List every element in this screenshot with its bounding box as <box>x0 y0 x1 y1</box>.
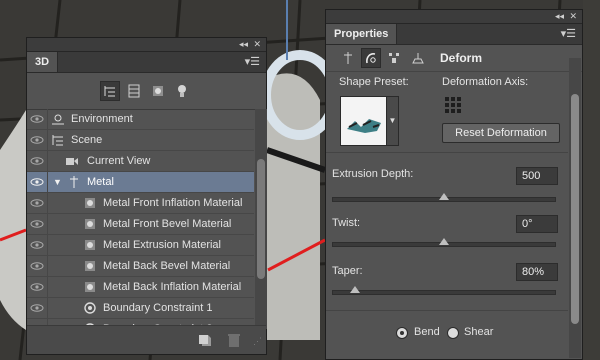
panel-properties: ◂◂ ✕ Properties ▾☰ Deform Shape Preset: … <box>325 9 583 360</box>
visibility-eye-icon[interactable] <box>27 298 48 318</box>
twist-label: Twist: <box>332 217 361 229</box>
deformation-axis-label: Deformation Axis: <box>442 76 529 88</box>
layer-label: Metal Front Inflation Material <box>103 197 243 209</box>
panel-3d-tabbar: 3D ▾☰ <box>27 52 266 73</box>
coordinates-mode-icon[interactable] <box>408 48 428 68</box>
layer-label: Metal Back Inflation Material <box>103 281 242 293</box>
slider-knob[interactable] <box>439 193 449 200</box>
layer-list: Environment Scene Current View ▼ Metal M… <box>27 109 254 340</box>
panel-properties-titlebar[interactable]: ◂◂ ✕ <box>326 10 582 24</box>
close-icon[interactable]: ✕ <box>569 10 577 23</box>
scene-filter-icon[interactable] <box>100 81 120 101</box>
shear-label: Shear <box>464 326 494 338</box>
shape-preset-dropdown-icon[interactable]: ▼ <box>386 96 399 146</box>
slider-knob[interactable] <box>439 238 449 245</box>
layer-material[interactable]: Metal Back Bevel Material <box>27 256 254 277</box>
filter-toolbar <box>27 73 266 110</box>
material-icon <box>85 219 95 229</box>
bend-radio[interactable] <box>396 327 408 339</box>
layer-label: Environment <box>71 113 133 125</box>
section-title: Deform <box>440 51 483 65</box>
visibility-eye-icon[interactable] <box>27 214 48 234</box>
mesh-filter-icon[interactable] <box>124 81 144 101</box>
layer-current-view[interactable]: Current View <box>27 151 254 172</box>
layer-metal[interactable]: ▼ Metal <box>27 172 254 193</box>
light-filter-icon[interactable] <box>172 81 192 101</box>
scrollbar-thumb[interactable] <box>571 94 579 324</box>
mesh-mode-icon[interactable] <box>338 48 358 68</box>
visibility-eye-icon[interactable] <box>27 151 48 171</box>
layer-material[interactable]: Metal Extrusion Material <box>27 235 254 256</box>
panel-3d-footer: ⋰ <box>27 325 266 354</box>
twist-input[interactable]: 0° <box>516 215 558 233</box>
visibility-eye-icon[interactable] <box>27 277 48 297</box>
shear-radio[interactable] <box>447 327 459 339</box>
collapse-icon[interactable]: ◂◂ <box>555 10 564 23</box>
taper-label: Taper: <box>332 265 363 277</box>
twist-slider[interactable] <box>332 238 556 247</box>
collapse-icon[interactable]: ◂◂ <box>239 38 248 51</box>
panel-properties-tabbar: Properties ▾☰ <box>326 24 582 45</box>
reset-deformation-button[interactable]: Reset Deformation <box>442 123 560 143</box>
layer-label: Scene <box>71 134 103 146</box>
layer-label: Metal Back Bevel Material <box>103 260 231 272</box>
properties-scrollbar[interactable] <box>569 58 581 358</box>
mesh-icon <box>70 176 78 188</box>
tab-properties[interactable]: Properties <box>326 24 398 44</box>
divider <box>326 310 568 311</box>
deform-mode-icon[interactable] <box>361 48 381 68</box>
environment-icon <box>52 114 64 125</box>
visibility-eye-icon[interactable] <box>27 235 48 255</box>
material-filter-icon[interactable] <box>148 81 168 101</box>
material-icon <box>85 282 95 292</box>
scene-icon <box>52 135 63 146</box>
new-object-icon[interactable] <box>197 332 213 348</box>
properties-mode-toolbar: Deform <box>326 45 582 72</box>
taper-input[interactable]: 80% <box>516 263 558 281</box>
extrusion-depth-label: Extrusion Depth: <box>332 168 414 180</box>
layer-material[interactable]: Metal Front Bevel Material <box>27 214 254 235</box>
shape-preset-label: Shape Preset: <box>339 76 409 88</box>
layer-label: Metal <box>87 176 114 188</box>
visibility-eye-icon[interactable] <box>27 193 48 213</box>
close-icon[interactable]: ✕ <box>253 38 261 51</box>
panel-3d: ◂◂ ✕ 3D ▾☰ Environment Scene Current Vie… <box>26 37 267 355</box>
material-icon <box>85 240 95 250</box>
scrollbar-thumb[interactable] <box>257 159 265 279</box>
panel-menu-icon[interactable]: ▾☰ <box>561 24 576 44</box>
divider <box>326 152 568 153</box>
tab-3d[interactable]: 3D <box>27 52 59 72</box>
layer-label: Metal Extrusion Material <box>103 239 221 251</box>
visibility-eye-icon[interactable] <box>27 130 48 150</box>
cap-mode-icon[interactable] <box>384 48 404 68</box>
layer-scene[interactable]: Scene <box>27 130 254 151</box>
resize-grip-icon[interactable]: ⋰ <box>253 336 262 347</box>
slider-knob[interactable] <box>350 286 361 293</box>
deformation-axis-grid-icon[interactable] <box>444 96 464 116</box>
layer-constraint[interactable]: Boundary Constraint 1 <box>27 298 254 319</box>
extrusion-depth-input[interactable]: 500 <box>516 167 558 185</box>
layer-label: Boundary Constraint 1 <box>103 302 213 314</box>
panel-3d-titlebar[interactable]: ◂◂ ✕ <box>27 38 266 52</box>
constraint-icon <box>84 302 96 314</box>
visibility-eye-icon[interactable] <box>27 109 48 129</box>
layer-environment[interactable]: Environment <box>27 109 254 130</box>
visibility-eye-icon[interactable] <box>27 256 48 276</box>
visibility-eye-icon[interactable] <box>27 172 48 192</box>
layer-material[interactable]: Metal Back Inflation Material <box>27 277 254 298</box>
layer-label: Current View <box>87 155 151 167</box>
material-icon <box>85 198 95 208</box>
layer-material[interactable]: Metal Front Inflation Material <box>27 193 254 214</box>
delete-icon[interactable] <box>227 332 241 348</box>
extrusion-depth-slider[interactable] <box>332 193 556 202</box>
shape-preset-thumbnail[interactable] <box>340 96 388 146</box>
material-icon <box>85 261 95 271</box>
taper-slider[interactable] <box>332 286 556 295</box>
layer-list-scrollbar[interactable] <box>255 109 267 329</box>
camera-icon <box>66 158 78 165</box>
bend-label: Bend <box>414 326 440 338</box>
layer-label: Metal Front Bevel Material <box>103 218 232 230</box>
panel-menu-icon[interactable]: ▾☰ <box>245 52 260 72</box>
expand-triangle-icon[interactable]: ▼ <box>53 172 62 192</box>
